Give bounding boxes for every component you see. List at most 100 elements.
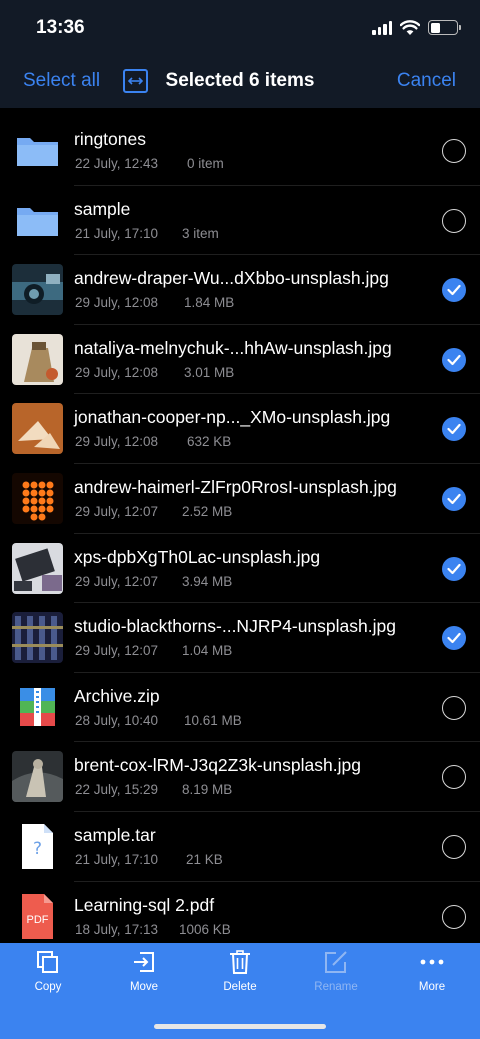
copy-button[interactable]: Copy	[0, 949, 96, 993]
file-size: 1.84 MB	[184, 295, 235, 311]
file-date: 29 July, 12:07	[75, 503, 159, 519]
selection-checkbox[interactable]	[442, 695, 466, 720]
file-row[interactable]: andrew-haimerl-ZlFrp0RrosI-unsplash.jpg 2…	[0, 464, 480, 534]
file-date: 18 July, 17:13	[75, 921, 159, 937]
more-button[interactable]: More	[384, 949, 480, 993]
trash-icon	[230, 950, 250, 974]
selection-checkbox-checked[interactable]	[442, 626, 466, 651]
file-date: 29 July, 12:08	[75, 434, 159, 450]
cellular-signal-icon	[372, 20, 392, 35]
selection-checkbox-checked[interactable]	[442, 556, 466, 581]
selection-checkbox[interactable]	[442, 834, 466, 859]
file-size: 2.52 MB	[182, 503, 233, 519]
checkmark-icon	[447, 354, 461, 365]
file-date: 21 July, 17:10	[75, 225, 159, 241]
selection-checkbox[interactable]	[442, 904, 466, 929]
file-size: 0 item	[187, 156, 224, 171]
move-label: Move	[129, 981, 159, 993]
file-name: studio-blackthorns-...NJRP4-unsplash.jpg	[74, 616, 396, 637]
pdf-file-glyph: PDF	[27, 914, 49, 926]
image-thumbnail	[12, 542, 63, 594]
cancel-button[interactable]: Cancel	[397, 70, 456, 92]
file-size: 1.04 MB	[182, 643, 233, 659]
copy-icon	[37, 951, 58, 973]
delete-button[interactable]: Delete	[192, 949, 288, 993]
file-name: Learning-sql 2.pdf	[74, 894, 215, 915]
wifi-icon	[400, 20, 420, 35]
selection-checkbox-checked[interactable]	[442, 486, 466, 511]
file-row[interactable]: jonathan-cooper-np..._XMo-unsplash.jpg 29…	[0, 394, 480, 464]
file-date: 28 July, 10:40	[75, 712, 159, 728]
rename-button[interactable]: Rename	[288, 949, 384, 993]
file-size: 3 item	[182, 225, 219, 241]
file-size: 8.19 MB	[182, 782, 233, 798]
file-size: 21 KB	[186, 851, 223, 867]
selection-checkbox[interactable]	[442, 765, 466, 790]
image-thumbnail	[12, 751, 63, 803]
unknown-file-icon: ?	[22, 823, 53, 869]
battery-icon	[428, 20, 461, 35]
file-row[interactable]: sample 21 July, 17:10 3 item	[0, 186, 480, 256]
selection-checkbox-checked[interactable]	[442, 417, 466, 442]
rename-label: Rename	[314, 981, 358, 993]
file-row[interactable]: PDF Learning-sql 2.pdf 18 July, 17:13 1006 …	[0, 882, 480, 943]
folder-icon	[17, 207, 58, 236]
home-indicator[interactable]	[154, 1024, 326, 1029]
file-row[interactable]: andrew-draper-Wu...dXbbo-unsplash.jpg 29 …	[0, 255, 480, 325]
file-row[interactable]: Archive.zip 28 July, 10:40 10.61 MB	[0, 673, 480, 743]
selection-checkbox[interactable]	[442, 139, 466, 163]
file-name: sample.tar	[74, 824, 156, 845]
file-type-icon	[12, 125, 63, 176]
selection-checkbox[interactable]	[442, 208, 466, 233]
file-date: 29 July, 12:08	[75, 295, 159, 311]
file-row[interactable]: xps-dpbXgTh0Lac-unsplash.jpg 29 July, 12:…	[0, 534, 480, 604]
file-date: 21 July, 17:10	[75, 851, 159, 867]
checkmark-icon	[447, 424, 461, 435]
file-size: 3.94 MB	[182, 573, 233, 589]
delete-label: Delete	[223, 981, 257, 993]
file-name: xps-dpbXgTh0Lac-unsplash.jpg	[74, 546, 321, 567]
unknown-file-glyph: ?	[33, 839, 42, 859]
file-name: jonathan-cooper-np..._XMo-unsplash.jpg	[74, 407, 391, 428]
file-row[interactable]: studio-blackthorns-...NJRP4-unsplash.jpg…	[0, 603, 480, 673]
status-bar: 13:36	[0, 0, 480, 56]
file-row[interactable]: ? sample.tar 21 July, 17:10 21 KB	[0, 812, 480, 882]
file-row[interactable]: brent-cox-lRM-J3q2Z3k-unsplash.jpg 22 Jul…	[0, 742, 480, 812]
file-size: 3.01 MB	[184, 364, 235, 380]
file-list: ringtones 22 July, 12:43 0 item sample 21 Ju…	[0, 108, 480, 943]
file-name: sample	[74, 198, 131, 219]
status-time: 13:36	[36, 17, 85, 38]
file-name: ringtones	[74, 129, 146, 149]
file-row[interactable]: nataliya-melnychuk-...hhAw-unsplash.jpg 2…	[0, 325, 480, 395]
navigation-bar: Select all Selected 6 items Cancel	[0, 56, 480, 108]
image-thumbnail	[12, 264, 63, 316]
file-name: Archive.zip	[74, 685, 160, 706]
file-date: 22 July, 12:43	[75, 156, 159, 171]
file-name: brent-cox-lRM-J3q2Z3k-unsplash.jpg	[74, 755, 361, 776]
folder-icon	[17, 138, 58, 166]
file-date: 22 July, 15:29	[75, 782, 159, 798]
file-date: 29 July, 12:08	[75, 364, 159, 380]
image-thumbnail	[12, 333, 63, 385]
image-thumbnail	[12, 612, 63, 664]
file-type-icon	[12, 682, 63, 733]
image-thumbnail	[12, 403, 63, 455]
selection-checkbox-checked[interactable]	[442, 278, 466, 303]
file-type-icon	[12, 195, 63, 246]
more-label: More	[418, 981, 446, 993]
checkmark-icon	[447, 285, 461, 296]
file-date: 29 July, 12:07	[75, 643, 159, 659]
file-name: nataliya-melnychuk-...hhAw-unsplash.jpg	[74, 337, 392, 358]
file-size: 632 KB	[187, 434, 232, 450]
file-type-icon: ?	[12, 821, 63, 872]
file-row[interactable]: ringtones 22 July, 12:43 0 item	[0, 116, 480, 186]
edit-icon	[325, 951, 347, 973]
file-date: 29 July, 12:07	[75, 573, 159, 589]
checkmark-icon	[447, 493, 461, 505]
move-button[interactable]: Move	[96, 949, 192, 993]
more-dots-icon	[420, 959, 444, 965]
file-name: andrew-haimerl-ZlFrp0RrosI-unsplash.jpg	[74, 476, 397, 497]
selection-checkbox-checked[interactable]	[442, 347, 466, 372]
file-size: 10.61 MB	[184, 712, 242, 728]
pdf-file-icon: PDF	[22, 893, 53, 939]
